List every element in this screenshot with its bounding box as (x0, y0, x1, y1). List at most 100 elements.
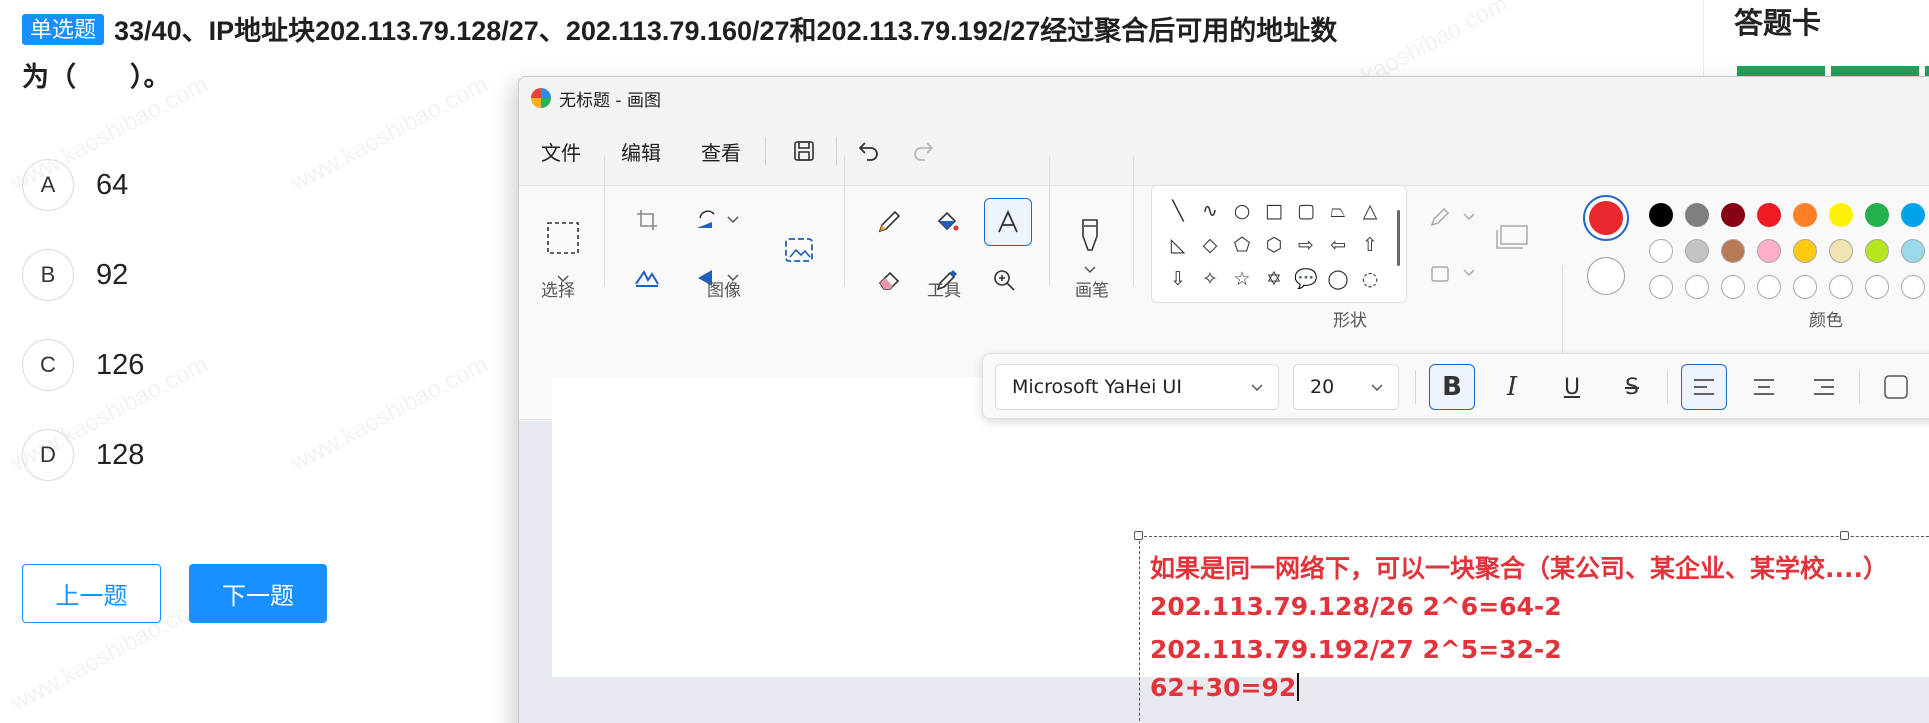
palette-swatch[interactable] (1649, 203, 1673, 227)
watermark: www.kaoshibao.com (286, 350, 493, 477)
redo-button[interactable] (903, 131, 943, 171)
resize-handle[interactable] (1134, 531, 1143, 540)
shape-option[interactable]: ▢ (1290, 198, 1322, 224)
primary-color-button[interactable] (1583, 195, 1629, 241)
select-tool-button[interactable] (539, 210, 587, 266)
option-d[interactable]: D 128 (22, 429, 144, 481)
palette-swatch[interactable] (1793, 239, 1817, 263)
crop-button[interactable] (629, 202, 665, 238)
shape-grid: ╲ ∿ ○ □ ▢ ⏢ △ ◺ ◇ ⬠ ⬡ ⇨ ⇦ ⇧ ⇩ ✧ ☆ ✡ 💬 ◯ ◌ (1162, 198, 1386, 292)
align-center-button[interactable] (1741, 364, 1787, 410)
shapes-scrollbar[interactable] (1397, 210, 1400, 266)
font-family-select[interactable]: Microsoft YaHei UI (995, 364, 1279, 410)
palette-swatch[interactable] (1829, 239, 1853, 263)
shape-option[interactable]: ⬡ (1258, 232, 1290, 258)
palette-swatch[interactable] (1757, 203, 1781, 227)
magnifier-button[interactable] (984, 260, 1024, 300)
palette-swatch[interactable] (1829, 275, 1853, 299)
background-fill-toggle[interactable] (1873, 364, 1919, 410)
palette-swatch[interactable] (1901, 203, 1925, 227)
palette-swatch[interactable] (1793, 275, 1817, 299)
palette-swatch[interactable] (1901, 275, 1925, 299)
shape-fill-button[interactable] (1425, 257, 1481, 289)
resize-button[interactable] (629, 260, 665, 296)
underline-button[interactable]: U (1549, 364, 1595, 410)
palette-swatch[interactable] (1649, 239, 1673, 263)
shape-outline-button[interactable] (1425, 201, 1481, 233)
shape-option[interactable]: ∿ (1194, 198, 1226, 224)
question-type-badge: 单选题 (22, 14, 105, 45)
shape-option[interactable]: ☆ (1226, 266, 1258, 292)
eraser-tool-button[interactable] (869, 260, 909, 300)
shape-option[interactable]: ✡ (1258, 266, 1290, 292)
paint-titlebar[interactable]: 无标题 - 画图 (519, 77, 1929, 119)
shape-option[interactable]: ╲ (1162, 198, 1194, 224)
shape-option[interactable]: ⇨ (1290, 232, 1322, 258)
palette-swatch[interactable] (1685, 239, 1709, 263)
shape-option[interactable]: ⇩ (1162, 266, 1194, 292)
palette-swatch[interactable] (1721, 239, 1745, 263)
shape-option[interactable]: □ (1258, 198, 1290, 224)
shape-option[interactable]: △ (1354, 198, 1386, 224)
palette-swatch[interactable] (1721, 275, 1745, 299)
save-icon (794, 141, 814, 161)
rotate-button[interactable] (689, 202, 745, 238)
bold-button[interactable]: B (1429, 364, 1475, 410)
next-question-button[interactable]: 下一题 (189, 564, 327, 623)
palette-swatch[interactable] (1865, 275, 1889, 299)
shape-option[interactable]: ◯ (1322, 266, 1354, 292)
checkbox-icon (1884, 375, 1908, 399)
shapes-gallery[interactable]: ╲ ∿ ○ □ ▢ ⏢ △ ◺ ◇ ⬠ ⬡ ⇨ ⇦ ⇧ ⇩ ✧ ☆ ✡ 💬 ◯ ◌ (1151, 185, 1407, 303)
palette-swatch[interactable] (1685, 203, 1709, 227)
shape-option[interactable]: ⏢ (1322, 198, 1354, 224)
palette-swatch[interactable] (1757, 275, 1781, 299)
menu-separator (836, 137, 837, 165)
palette-swatch[interactable] (1865, 239, 1889, 263)
palette-swatch[interactable] (1865, 203, 1889, 227)
image-properties-button[interactable] (779, 230, 819, 270)
shape-option[interactable]: ⬠ (1226, 232, 1258, 258)
secondary-color-button[interactable] (1587, 257, 1625, 295)
shape-option[interactable]: ⇦ (1322, 232, 1354, 258)
italic-button[interactable]: I (1489, 364, 1535, 410)
pencil-tool-button[interactable] (869, 202, 909, 242)
palette-swatch[interactable] (1649, 275, 1673, 299)
prev-question-button[interactable]: 上一题 (22, 564, 161, 623)
align-right-button[interactable] (1801, 364, 1847, 410)
strikethrough-button[interactable]: S (1609, 364, 1655, 410)
undo-button[interactable] (849, 131, 889, 171)
canvas-text-box[interactable]: 如果是同一网络下，可以一块聚合（某公司、某企业、某学校....） 202.113… (1134, 531, 1929, 723)
canvas-text-line-4: 62+30=92 (1150, 673, 1300, 702)
menu-file[interactable]: 文件 (541, 137, 581, 166)
layers-button[interactable] (1489, 207, 1537, 267)
paint-menubar: 文件 编辑 查看 (519, 125, 943, 177)
brush-icon (1082, 219, 1098, 251)
palette-swatch[interactable] (1901, 239, 1925, 263)
text-tool-button[interactable] (984, 198, 1032, 246)
option-b[interactable]: B 92 (22, 249, 128, 301)
fill-tool-button[interactable] (927, 202, 967, 242)
shape-option[interactable]: ○ (1226, 198, 1258, 224)
palette-swatch[interactable] (1793, 203, 1817, 227)
align-left-button[interactable] (1681, 364, 1727, 410)
palette-swatch[interactable] (1829, 203, 1853, 227)
shape-option[interactable]: ⇧ (1354, 232, 1386, 258)
palette-swatch[interactable] (1757, 239, 1781, 263)
shape-option[interactable]: ✧ (1194, 266, 1226, 292)
palette-swatch[interactable] (1685, 275, 1709, 299)
shape-option[interactable]: 💬 (1290, 266, 1322, 292)
chevron-down-icon (1084, 266, 1096, 274)
resize-handle[interactable] (1840, 531, 1849, 540)
font-size-select[interactable]: 20 (1293, 364, 1399, 410)
shape-option[interactable]: ◺ (1162, 232, 1194, 258)
shape-option[interactable]: ◌ (1354, 266, 1386, 292)
shape-option[interactable]: ◇ (1194, 232, 1226, 258)
option-c[interactable]: C 126 (22, 339, 144, 391)
option-a[interactable]: A 64 (22, 159, 128, 211)
save-button[interactable] (784, 131, 824, 171)
crop-icon (637, 210, 657, 230)
palette-swatch[interactable] (1721, 203, 1745, 227)
group-label-image: 图像 (707, 281, 741, 301)
menu-view[interactable]: 查看 (701, 137, 741, 166)
menu-edit[interactable]: 编辑 (621, 137, 661, 166)
